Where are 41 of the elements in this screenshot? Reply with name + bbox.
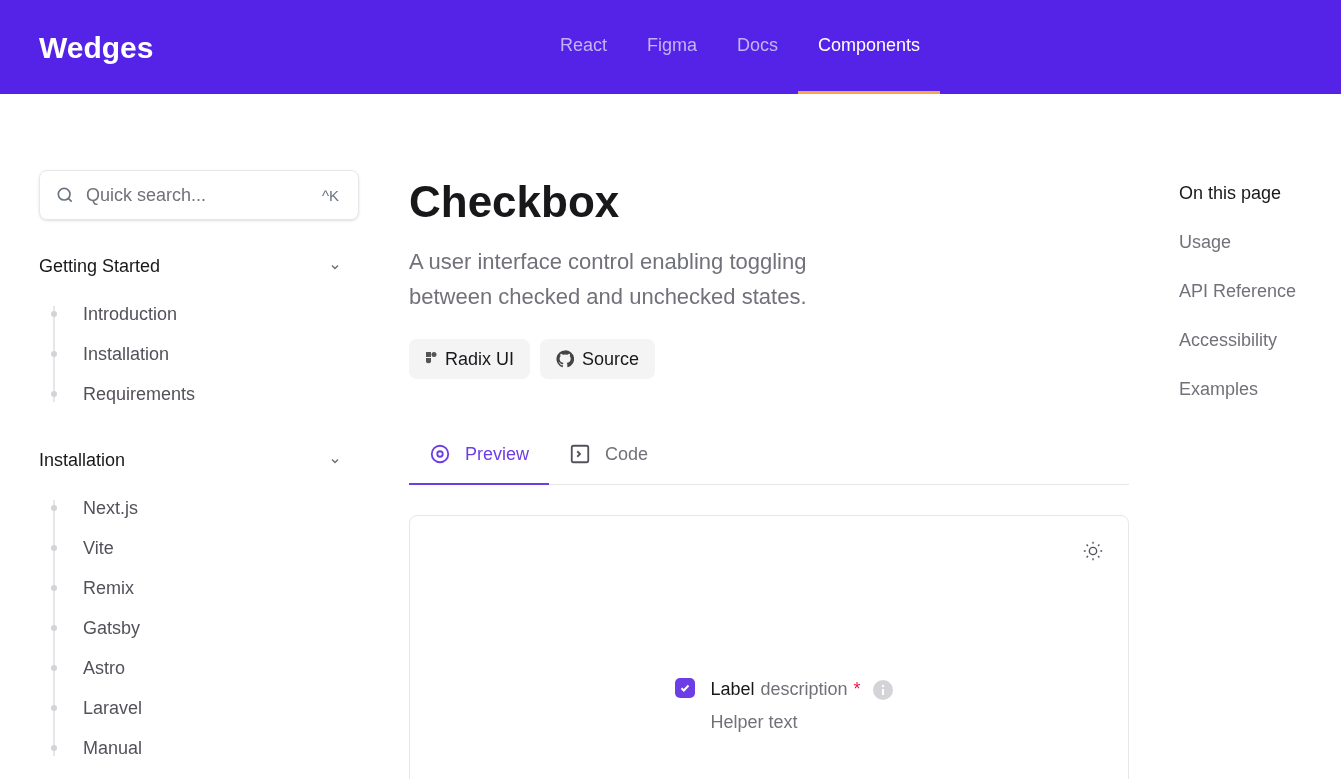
toc-link[interactable]: Accessibility bbox=[1179, 327, 1297, 354]
search-icon bbox=[55, 185, 75, 205]
sidebar-item[interactable]: Laravel bbox=[83, 694, 143, 722]
required-mark: * bbox=[853, 678, 861, 702]
sidebar-item[interactable]: Gatsby bbox=[83, 614, 141, 642]
toc-title: On this page bbox=[1179, 182, 1283, 205]
tab[interactable]: Preview bbox=[409, 425, 550, 486]
terminal-icon bbox=[569, 443, 592, 466]
sidebar-item[interactable]: Manual bbox=[83, 734, 143, 762]
shortcut-hint: ^K bbox=[321, 186, 339, 206]
link-button[interactable]: Radix UI bbox=[409, 339, 531, 380]
toc-link[interactable]: Usage bbox=[1179, 229, 1297, 256]
eye-icon bbox=[429, 443, 451, 466]
helper-text: Helper text bbox=[710, 711, 799, 735]
nav-link[interactable]: Components bbox=[798, 0, 941, 94]
sidebar-section[interactable]: Installation bbox=[39, 447, 359, 474]
sidebar-item[interactable]: Introduction bbox=[83, 300, 178, 328]
check-icon bbox=[679, 682, 692, 695]
sidebar-item[interactable]: Remix bbox=[83, 574, 134, 602]
nav-link[interactable]: Figma bbox=[627, 0, 718, 94]
nav-link[interactable]: React bbox=[540, 0, 628, 94]
label-description: description bbox=[760, 678, 848, 702]
sidebar-item[interactable]: Installation bbox=[83, 340, 170, 368]
checkbox-label: Label bbox=[710, 678, 755, 702]
info-icon bbox=[872, 679, 893, 700]
page-description: A user interface control enabling toggling between checked and unchecked states. bbox=[409, 248, 808, 312]
page-title: Checkbox bbox=[409, 178, 621, 227]
nav-link[interactable]: Docs bbox=[717, 0, 799, 94]
sidebar-item[interactable]: Requirements bbox=[83, 380, 196, 408]
sidebar-item[interactable]: Vite bbox=[83, 534, 114, 562]
sidebar-section[interactable]: Getting Started bbox=[39, 253, 359, 280]
sun-icon[interactable] bbox=[1082, 540, 1104, 563]
github-icon bbox=[556, 350, 575, 369]
logo[interactable]: Wedges bbox=[39, 24, 539, 70]
tab[interactable]: Code bbox=[549, 425, 669, 486]
link-button[interactable]: Source bbox=[540, 339, 656, 380]
sidebar-item[interactable]: Astro bbox=[83, 654, 125, 682]
toc-link[interactable]: Examples bbox=[1179, 376, 1297, 403]
checkbox[interactable] bbox=[675, 678, 696, 699]
toc-link[interactable]: API Reference bbox=[1179, 278, 1297, 305]
sidebar-item[interactable]: Next.js bbox=[83, 494, 138, 522]
